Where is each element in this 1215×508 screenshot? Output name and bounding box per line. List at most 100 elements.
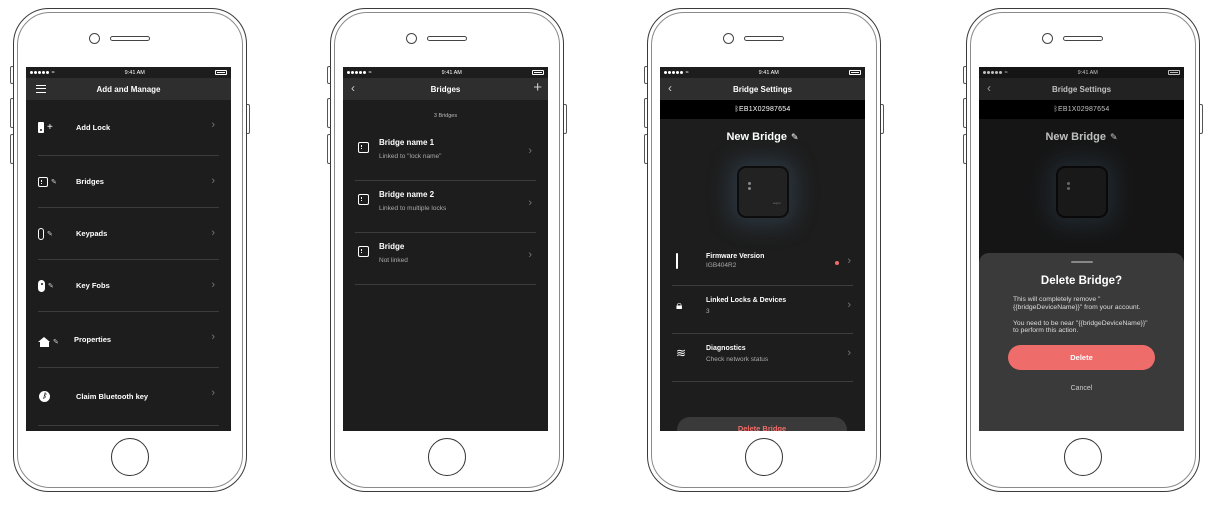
delete-confirm-sheet: Delete Bridge? This will completely remo…	[979, 253, 1184, 431]
bridge-icon	[358, 194, 369, 205]
pencil-icon: ✎	[47, 230, 53, 238]
status-time: 9:41 AM	[758, 69, 779, 76]
status-bar: ≈ 9:41 AM	[660, 67, 865, 78]
add-icon[interactable]: +	[533, 79, 542, 96]
menu-item-label: Claim Bluetooth key	[76, 392, 149, 401]
nav-bar: Add and Manage	[26, 78, 231, 100]
page-title: Add and Manage	[96, 84, 161, 94]
menu-item-label: Properties	[74, 335, 112, 344]
nav-bar: ‹ Bridges +	[343, 78, 548, 100]
back-icon[interactable]: ‹	[351, 81, 355, 95]
page-title: Bridge Settings	[732, 84, 793, 94]
cancel-button[interactable]: Cancel	[979, 385, 1184, 392]
pencil-icon: ✎	[51, 178, 57, 186]
bridge-icon	[358, 246, 369, 257]
pencil-icon[interactable]: ✎	[791, 132, 799, 142]
camera	[89, 33, 100, 44]
confirm-delete-button[interactable]: Delete	[1008, 345, 1155, 371]
row-label: Firmware Version	[706, 253, 765, 260]
firmware-row[interactable]: Firmware Version IGB404R2 ›	[672, 242, 853, 286]
row-value: 3	[706, 308, 710, 315]
bridge-icon	[358, 142, 369, 153]
menu-item-claim-bluetooth[interactable]: ᛒ Claim Bluetooth key ›	[38, 368, 219, 426]
bridge-settings-screen: ≈ 9:41 AM ‹ Bridge Settings ᛒEB1X0298765…	[660, 67, 865, 431]
sheet-grabber[interactable]	[1070, 261, 1093, 263]
lock-icon: 🔒︎	[676, 298, 683, 312]
menu-icon[interactable]	[36, 85, 46, 93]
add-manage-screen: ≈ 9:41 AM Add and Manage + Add Lock › ✎ …	[26, 67, 231, 431]
phone-frame-2: ≈ 9:41 AM ‹ Bridges + 3 Bridges Bridge n…	[327, 8, 567, 492]
bridge-name-header[interactable]: New Bridge ✎	[660, 131, 865, 143]
bridge-list-item[interactable]: Bridge Not linked ›	[355, 233, 536, 285]
bridge-list-item[interactable]: Bridge name 1 Linked to "lock name" ›	[355, 129, 536, 181]
menu-item-label: Keypads	[76, 229, 108, 238]
menu-item-label: Bridges	[76, 177, 104, 186]
status-time: 9:41 AM	[124, 69, 145, 76]
home-button[interactable]	[1064, 438, 1102, 476]
battery-icon	[214, 70, 227, 75]
keyfob-icon	[38, 279, 45, 292]
chevron-right-icon: ›	[211, 331, 215, 343]
bridge-link-status: Linked to "lock name"	[379, 153, 442, 160]
chevron-right-icon: ›	[528, 197, 532, 209]
back-icon[interactable]: ‹	[668, 81, 672, 95]
bridge-name: Bridge name 1	[379, 138, 435, 147]
menu-item-label: Key Fobs	[76, 281, 110, 290]
bridges-screen: ≈ 9:41 AM ‹ Bridges + 3 Bridges Bridge n…	[343, 67, 548, 431]
speaker	[1063, 36, 1103, 41]
sheet-heading: Delete Bridge?	[1040, 275, 1123, 287]
chevron-right-icon: ›	[847, 299, 851, 311]
bridge-list-item[interactable]: Bridge name 2 Linked to multiple locks ›	[355, 181, 536, 233]
menu-item-properties[interactable]: ✎ Properties ›	[38, 312, 219, 368]
wifi-icon: ≈	[50, 69, 55, 76]
delete-bridge-screen: ≈ 9:41 AM ‹ Bridge Settings ᛒEB1X0298765…	[979, 67, 1184, 431]
home-button[interactable]	[745, 438, 783, 476]
bluetooth-icon: ᛒ	[39, 391, 50, 402]
speaker	[427, 36, 467, 41]
phone-frame-4: ≈ 9:41 AM ‹ Bridge Settings ᛒEB1X0298765…	[963, 8, 1203, 492]
home-button[interactable]	[428, 438, 466, 476]
bridge-device-image: august	[736, 166, 789, 218]
home-button[interactable]	[111, 438, 149, 476]
wifi-icon: ≈	[684, 69, 689, 76]
page-title: Bridges	[430, 84, 461, 94]
speaker	[110, 36, 150, 41]
pencil-icon: ✎	[48, 282, 54, 290]
nav-bar: ‹ Bridge Settings	[660, 78, 865, 100]
delete-bridge-button[interactable]: Delete Bridge	[677, 417, 847, 431]
home-icon	[38, 337, 50, 347]
menu-item-key-fobs[interactable]: ✎ Key Fobs ›	[38, 260, 219, 312]
bridge-name: Bridge name 2	[379, 190, 435, 199]
chevron-right-icon: ›	[211, 279, 215, 291]
row-value: Check network status	[706, 356, 769, 363]
chevron-right-icon: ›	[847, 347, 851, 359]
menu-item-bridges[interactable]: ✎ Bridges ›	[38, 156, 219, 208]
camera	[1042, 33, 1053, 44]
chevron-right-icon: ›	[211, 387, 215, 399]
device-brand: august	[772, 202, 781, 205]
status-time: 9:41 AM	[441, 69, 462, 76]
keypad-icon	[38, 227, 44, 240]
bridge-name: New Bridge	[726, 131, 787, 143]
row-label: Diagnostics	[706, 345, 746, 352]
pencil-icon: ✎	[53, 338, 59, 346]
status-bar: ≈ 9:41 AM	[343, 67, 548, 78]
camera	[406, 33, 417, 44]
sheet-message: This will completely remove "{{bridgeDev…	[1013, 296, 1141, 311]
phone-frame-1: ≈ 9:41 AM Add and Manage + Add Lock › ✎ …	[10, 8, 250, 492]
battery-icon	[531, 70, 544, 75]
update-indicator	[835, 261, 839, 265]
diagnostics-row[interactable]: ≋ Diagnostics Check network status ›	[672, 334, 853, 382]
sheet-message: You need to be near "{{bridgeDeviceName}…	[1013, 319, 1148, 335]
menu-item-keypads[interactable]: ✎ Keypads ›	[38, 208, 219, 260]
bridge-link-status: Linked to multiple locks	[379, 205, 447, 212]
menu-item-add-lock[interactable]: + Add Lock ›	[38, 100, 219, 156]
linked-devices-row[interactable]: 🔒︎ Linked Locks & Devices 3 ›	[672, 286, 853, 334]
bridge-link-status: Not linked	[379, 257, 408, 264]
status-bar: ≈ 9:41 AM	[26, 67, 231, 78]
row-label: Linked Locks & Devices	[706, 297, 787, 304]
battery-icon	[848, 70, 861, 75]
bridge-icon	[38, 176, 48, 187]
bridge-name: Bridge	[379, 242, 405, 251]
speaker	[744, 36, 784, 41]
